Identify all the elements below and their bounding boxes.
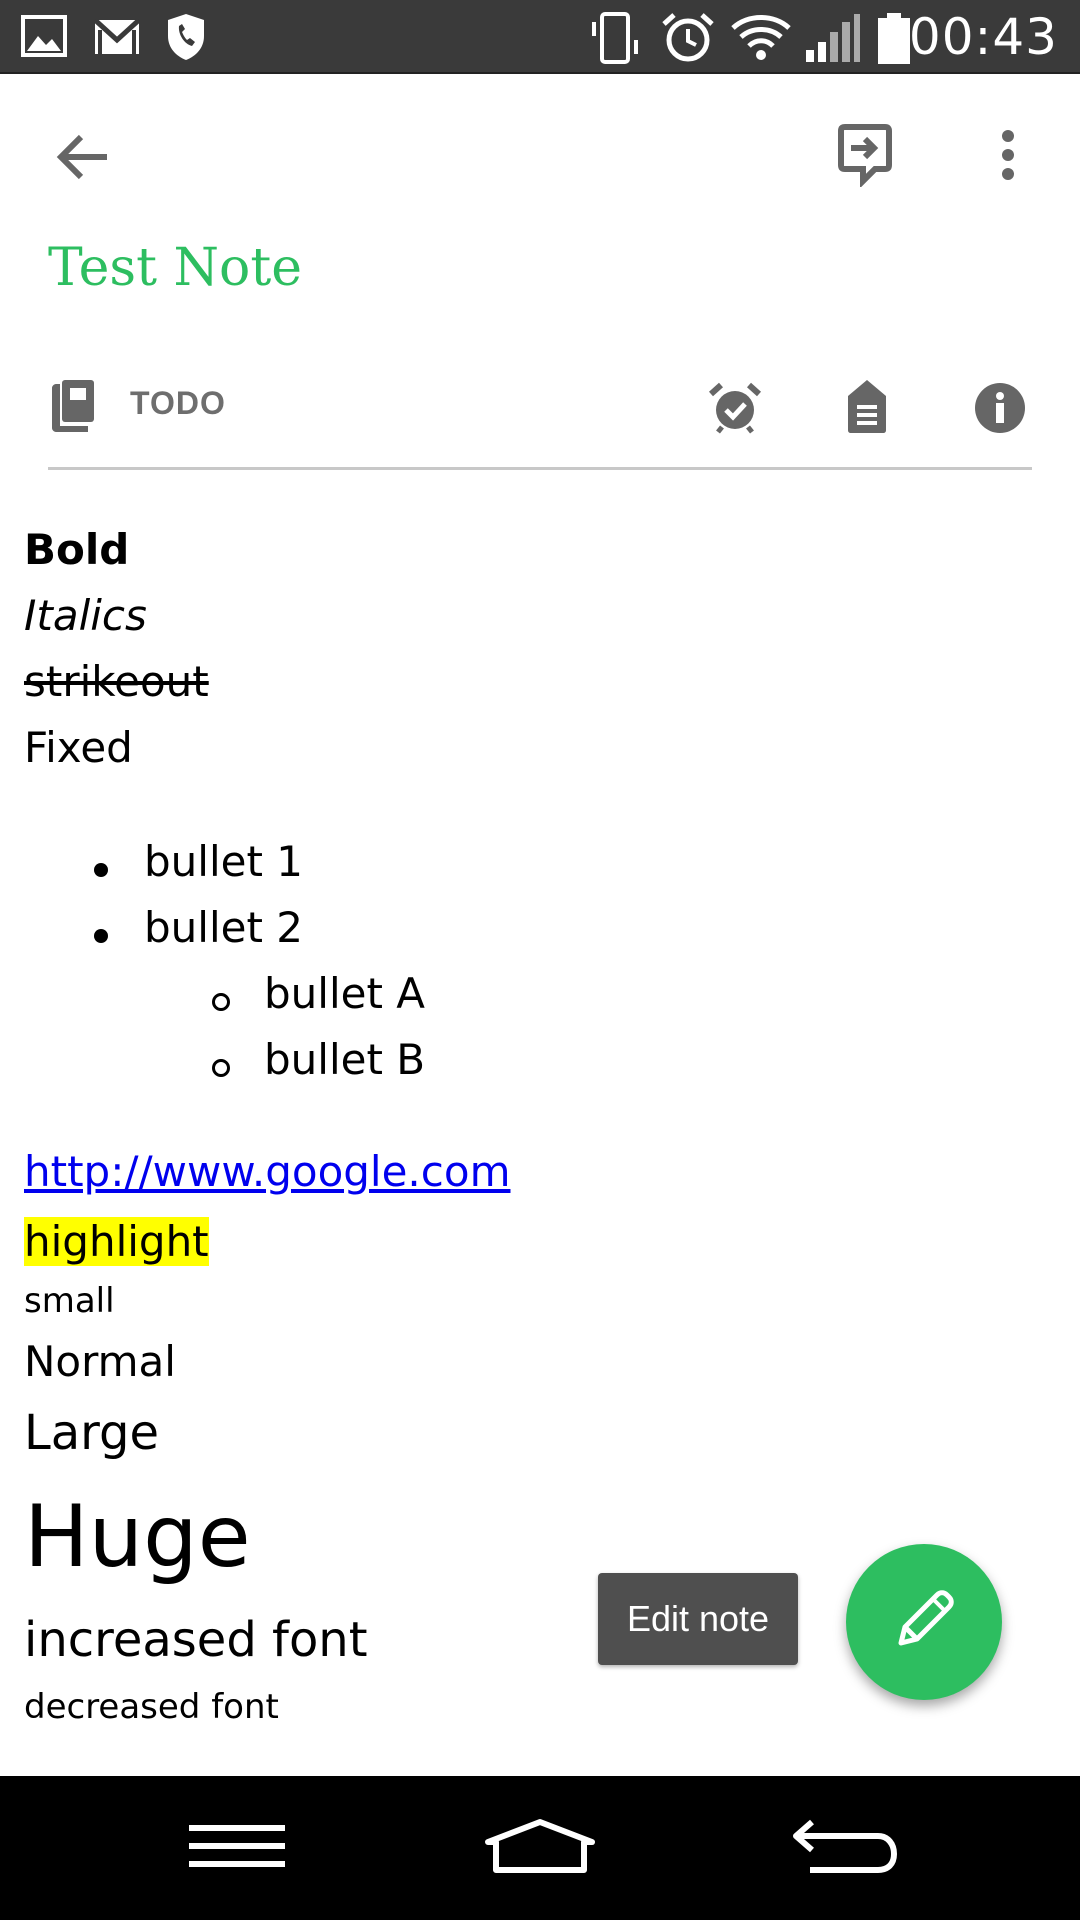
signal-icon <box>804 12 860 68</box>
text-strikeout: strikeout <box>24 657 209 706</box>
text-bold: Bold <box>24 525 130 574</box>
sub-bullet-marker <box>212 993 230 1011</box>
arrow-back-icon <box>55 131 111 187</box>
text-fixed: Fixed <box>24 723 133 772</box>
bullet-marker <box>94 863 108 877</box>
text-small: small <box>24 1281 115 1321</box>
text-decreased-font: decreased font <box>24 1687 279 1727</box>
back-button[interactable] <box>40 116 126 202</box>
sub-bullet-marker <box>212 1059 230 1077</box>
text-highlight-line: highlight <box>24 1217 209 1266</box>
back-nav-button[interactable] <box>745 1776 945 1920</box>
note-title[interactable]: Test Note <box>48 238 302 298</box>
navigation-bar <box>0 1776 1080 1920</box>
edit-note-button[interactable] <box>846 1544 1002 1700</box>
menu-button[interactable] <box>137 1776 337 1920</box>
alarm-icon <box>660 12 716 68</box>
home-icon <box>484 1818 596 1878</box>
gmail-icon <box>92 12 142 64</box>
note-meta-row: TODO <box>48 360 1032 470</box>
back-nav-icon <box>790 1816 900 1880</box>
notebook-icon[interactable] <box>48 378 96 438</box>
bullet-marker <box>94 929 108 943</box>
note-toolbar <box>0 76 1080 236</box>
menu-icon <box>189 1823 285 1873</box>
vibrate-icon <box>588 12 642 68</box>
share-button[interactable] <box>820 112 910 202</box>
text-italics: Italics <box>24 591 147 640</box>
reminder-icon[interactable] <box>708 382 762 438</box>
edit-note-tooltip: Edit note <box>598 1573 798 1665</box>
list-item: bullet 2 <box>144 903 303 952</box>
image-icon <box>20 12 68 64</box>
shield-phone-icon <box>164 12 208 66</box>
list-item: bullet 1 <box>144 837 303 886</box>
google-link[interactable]: http://www.google.com <box>24 1147 511 1196</box>
tag-icon[interactable] <box>844 378 890 438</box>
pencil-icon <box>889 1585 959 1659</box>
more-options-button[interactable] <box>966 112 1050 202</box>
sub-list-item: bullet B <box>264 1035 426 1084</box>
sub-list-item: bullet A <box>264 969 426 1018</box>
home-button[interactable] <box>440 1776 640 1920</box>
info-icon[interactable] <box>974 382 1026 438</box>
notebook-name[interactable]: TODO <box>130 385 226 422</box>
text-huge: Huge <box>24 1487 251 1587</box>
text-highlight: highlight <box>24 1217 209 1266</box>
clock: 00:43 <box>908 8 1058 66</box>
more-vert-icon <box>1000 129 1016 185</box>
text-normal: Normal <box>24 1337 176 1386</box>
battery-icon <box>876 12 912 70</box>
wifi-icon <box>730 12 792 66</box>
status-bar: 00:43 <box>0 0 1080 74</box>
share-icon <box>837 123 893 191</box>
text-large: Large <box>24 1405 160 1461</box>
text-increased-font: increased font <box>24 1612 368 1668</box>
